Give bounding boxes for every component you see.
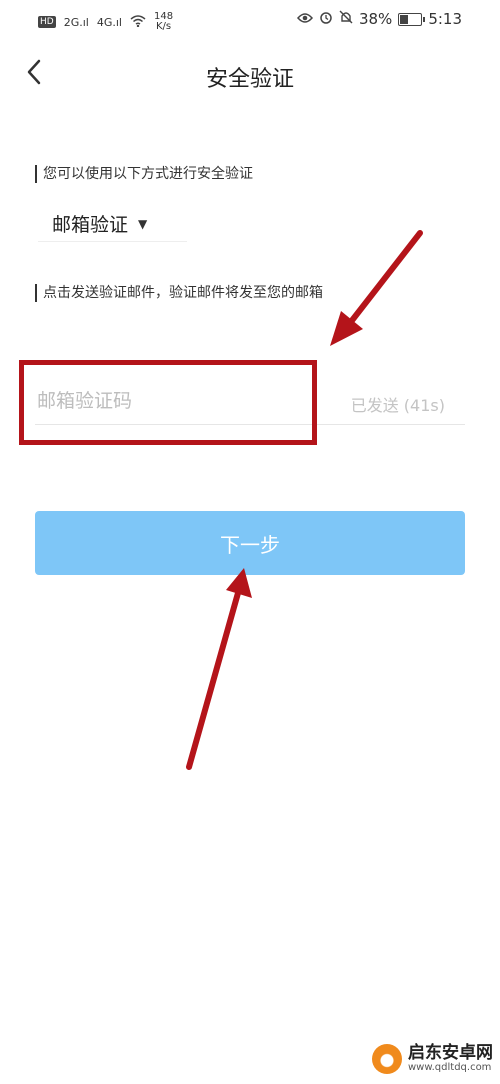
status-bar: HD 2G.ıl 4G.ıl 148 K/s 38% 5:13	[0, 0, 500, 40]
network-speed: 148 K/s	[154, 12, 173, 32]
verify-method-value: 邮箱验证	[52, 214, 129, 236]
page-title: 安全验证	[205, 67, 294, 92]
verify-method-dropdown[interactable]: 邮箱验证 ▼	[38, 206, 187, 242]
arrow-to-input-shaft	[347, 230, 423, 326]
status-left: HD 2G.ıl 4G.ıl 148 K/s	[38, 12, 173, 32]
nav-bar: 安全验证	[0, 45, 500, 105]
eye-icon	[296, 10, 313, 28]
send-email-hint: 点击发送验证邮件，验证邮件将发至您的邮箱	[35, 284, 323, 302]
signal-2g-icon: 2G.ıl	[63, 15, 89, 29]
watermark-name: 启东安卓网	[408, 1043, 493, 1063]
battery-icon	[398, 12, 426, 26]
battery-percent: 38%	[358, 10, 393, 28]
watermark-text: 启东安卓网 www.qdltdq.com	[408, 1044, 493, 1074]
signal-2g-label: 2G	[63, 15, 80, 29]
arrow-to-button-shaft	[186, 590, 241, 770]
watermark-logo-icon	[372, 1044, 402, 1074]
clock: 5:13	[428, 10, 462, 28]
next-step-button[interactable]: 下一步	[35, 511, 465, 575]
mute-bell-icon	[339, 10, 353, 28]
watermark-url: www.qdltdq.com	[408, 1062, 492, 1073]
alarm-icon	[319, 10, 333, 28]
dropdown-triangle-icon: ▼	[138, 216, 148, 231]
verify-methods-label: 您可以使用以下方式进行安全验证	[35, 165, 253, 183]
status-right: 38% 5:13	[296, 10, 462, 28]
signal-4g-label: 4G	[96, 15, 113, 29]
battery-fill	[400, 14, 409, 24]
wifi-icon	[130, 14, 146, 30]
resend-countdown: 已发送 (41s)	[350, 396, 445, 415]
signal-4g-icon: 4G.ıl	[96, 15, 122, 29]
arrow-to-input-head	[330, 311, 363, 346]
watermark: 启东安卓网 www.qdltdq.com	[372, 1044, 493, 1074]
annotation-highlight-box	[19, 360, 317, 445]
hd-badge: HD	[38, 16, 56, 28]
speed-unit: K/s	[155, 21, 172, 32]
